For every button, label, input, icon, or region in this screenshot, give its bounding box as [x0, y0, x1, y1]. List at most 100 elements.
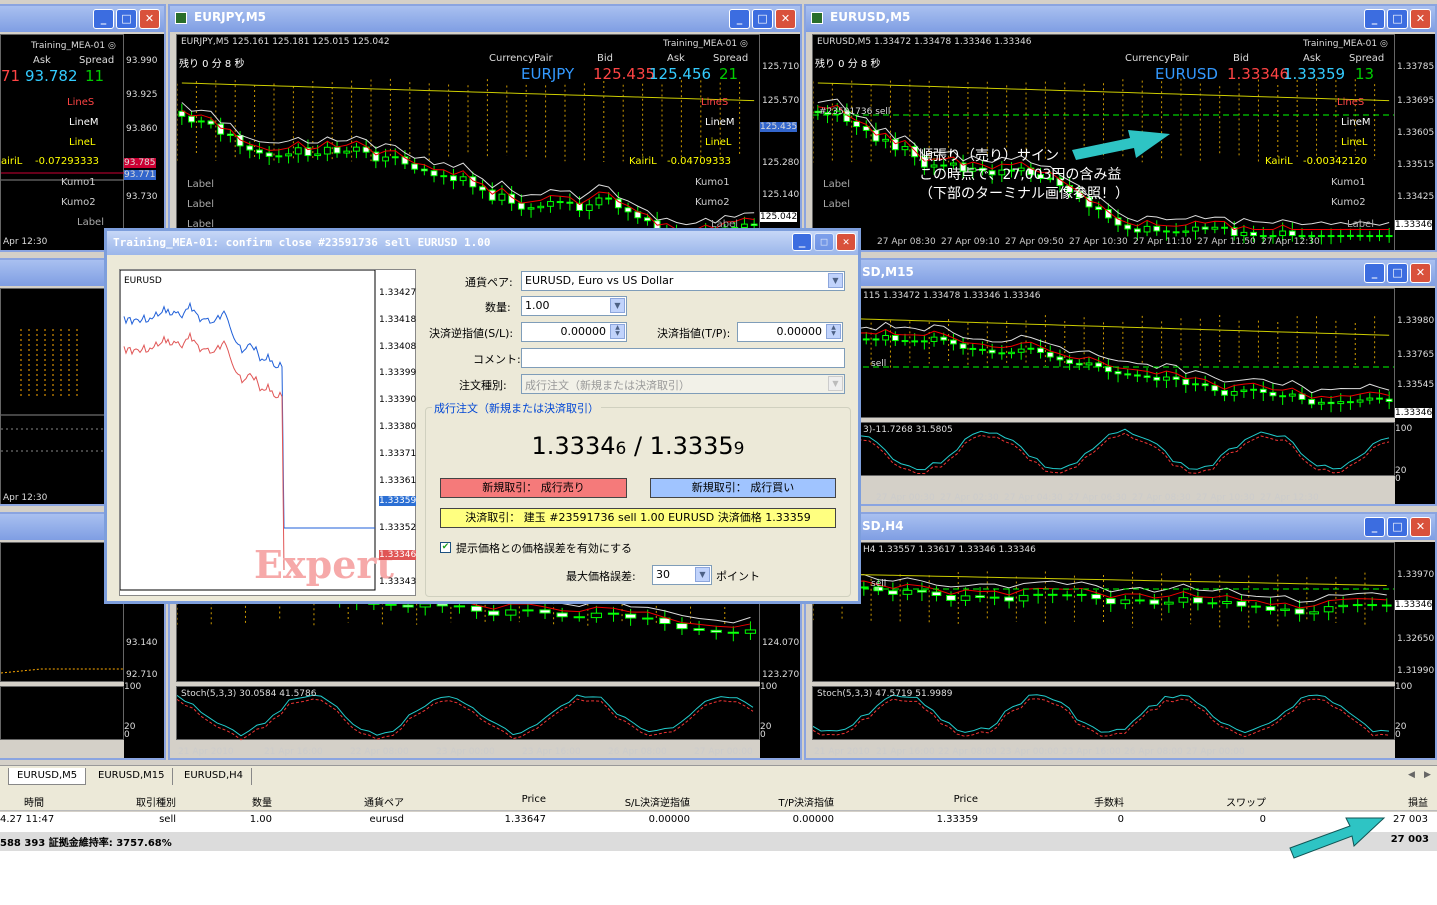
candle-body [1222, 601, 1232, 605]
stepper-arrows-icon[interactable]: ▲ ▼ [610, 324, 625, 339]
maximize-icon[interactable]: □ [752, 9, 773, 29]
eurjpy-m5-titlebar[interactable]: EURJPY,M5 _ □ ✕ [170, 6, 800, 32]
tab-eurusd-m5[interactable]: EURUSD,M5 [8, 768, 87, 785]
deviation-checkbox[interactable]: ✔ [440, 542, 451, 553]
column-header[interactable]: 通貨ペア [364, 794, 404, 809]
candle-body [1114, 371, 1122, 375]
candle-body [642, 617, 654, 620]
scroll-left-icon[interactable]: ◀ [1408, 770, 1415, 780]
tp-value: 0.00000 [776, 325, 823, 338]
uh4-stoch-pane[interactable]: Stoch(5,3,3) 47.5719 51.9989 [812, 686, 1395, 740]
minimize-icon[interactable]: _ [729, 9, 750, 29]
eurusd-m5-price-axis: 1.33785 1.33695 1.33605 1.33515 1.33425 … [1395, 34, 1435, 250]
candle-body [1091, 593, 1102, 600]
candle-body [420, 168, 428, 172]
eurusd-h4-chart[interactable]: H4 1.33557 1.33617 1.33346 1.33346 sell [812, 542, 1395, 682]
minimize-icon[interactable]: _ [1364, 263, 1385, 283]
market-buy-button[interactable]: 新規取引： 成行買い [650, 478, 836, 498]
eurusd-m5-titlebar[interactable]: EURUSD,M5 _ □ ✕ [806, 6, 1435, 32]
candle-body [853, 120, 860, 128]
column-header[interactable]: 取引種別 [136, 794, 176, 809]
order-tag: #23591736 sell [819, 107, 891, 117]
market-sell-button[interactable]: 新規取引： 成行売り [440, 478, 627, 498]
close-icon[interactable]: ✕ [836, 233, 856, 251]
maximize-icon[interactable]: □ [1387, 9, 1408, 29]
dialog-titlebar[interactable]: Training_MEA-01: confirm close #23591736… [107, 231, 858, 255]
qty-select[interactable]: 1.00 ▼ [521, 296, 627, 316]
candle-body [1269, 391, 1277, 397]
kairi-value: -0.00342120 [1303, 156, 1368, 167]
stepper-arrows-icon[interactable]: ▲ ▼ [826, 324, 841, 339]
eurusd-m5-chart[interactable]: EURUSD,M5 1.33472 1.33478 1.33346 1.3334… [812, 34, 1395, 250]
column-header[interactable]: 数量 [252, 794, 272, 809]
candle-body [872, 129, 880, 142]
left-bottom-stoch[interactable] [0, 686, 124, 740]
column-header[interactable]: T/P決済指値 [778, 794, 834, 809]
close-icon[interactable]: ✕ [1410, 517, 1431, 537]
minimize-icon[interactable]: _ [93, 9, 114, 29]
column-header[interactable]: Price [954, 794, 978, 805]
pair-header: CurrencyPair [1125, 53, 1189, 64]
deviation-unit: ポイント [716, 570, 760, 583]
mini-price-label: 1.33361 [379, 475, 417, 486]
candle-body [246, 145, 254, 151]
comment-input[interactable] [521, 348, 845, 368]
candle-body [1366, 397, 1374, 401]
tab-eurusd-m15[interactable]: EURUSD,M15 [90, 768, 174, 785]
close-icon[interactable]: ✕ [1410, 9, 1431, 29]
column-header[interactable]: 時間 [24, 794, 44, 809]
chevron-down-icon: ▼ [610, 298, 625, 313]
price-label: 125.280 [762, 158, 800, 168]
column-header[interactable]: S/L決済逆指値 [625, 794, 690, 809]
column-header[interactable]: 損益 [1408, 794, 1428, 809]
ask-header: Ask [1303, 53, 1321, 64]
price-label: 125.570 [762, 96, 800, 106]
pair-value: EURJPY [521, 65, 575, 83]
close-icon[interactable]: ✕ [1410, 263, 1431, 283]
max-deviation-select[interactable]: 30 ▼ [652, 565, 712, 585]
minimize-icon[interactable]: _ [1364, 517, 1385, 537]
order-type-select: 成行注文（新規または決済取引） ▼ [521, 374, 845, 394]
maximize-icon[interactable]: □ [1387, 263, 1408, 283]
left-top-chart[interactable]: Training_MEA-01 ◎ Ask Spread 93.782 71 1… [0, 34, 127, 250]
close-icon[interactable]: ✕ [775, 9, 796, 29]
candle-body [1356, 399, 1364, 403]
candle-body [1327, 235, 1335, 238]
close-icon[interactable]: ✕ [139, 9, 160, 29]
candle-body [1124, 373, 1132, 376]
minimize-icon[interactable]: _ [1364, 9, 1385, 29]
column-header[interactable]: 手数料 [1094, 794, 1124, 809]
tp-stepper[interactable]: 0.00000 ▲ ▼ [737, 322, 843, 342]
jh4-stoch-pane[interactable]: Stoch(5,3,3) 30.0584 41.5786 [176, 686, 760, 741]
column-header[interactable]: Price [522, 794, 546, 805]
candle-body [882, 138, 890, 142]
table-row[interactable]: 4.27 11:47 sell 1.00 eurusd 1.33647 0.00000 0.… [0, 812, 1437, 832]
tab-eurusd-h4[interactable]: EURUSD,H4 [176, 768, 253, 785]
scroll-right-icon[interactable]: ▶ [1424, 770, 1431, 780]
maximize-icon[interactable]: □ [116, 9, 137, 29]
eurjpy-m5-chart[interactable]: EURJPY,M5 125.161 125.181 125.015 125.04… [176, 34, 760, 250]
time-label: 21 Apr 2010 [178, 747, 234, 757]
pair-select[interactable]: EURUSD, Euro vs US Dollar ▼ [521, 271, 845, 291]
candle-body [1076, 593, 1087, 596]
close-position-button[interactable]: 決済取引： 建玉 #23591736 sell 1.00 EURUSD 決済価格… [440, 508, 836, 528]
price-label: 1.33695 [1397, 96, 1435, 106]
candle-body [1008, 351, 1015, 355]
current-price-tag: 125.042 [760, 212, 798, 222]
eurusd-h4-titlebar[interactable]: SD,H4 _ □ ✕ [806, 514, 1435, 540]
eurusd-m15-chart[interactable]: 115 1.33472 1.33478 1.33346 1.33346 sell [812, 288, 1395, 418]
candle-body [294, 147, 302, 155]
time-label: 23 Apr 00:00 [436, 747, 495, 757]
time-label: Apr 12:30 [3, 237, 48, 247]
eurusd-m15-titlebar[interactable]: SD,M15 _ □ ✕ [806, 260, 1435, 286]
m15-stoch-pane[interactable]: 3)-11.7268 31.5805 [812, 422, 1395, 476]
sl-stepper[interactable]: 0.00000 ▲ ▼ [521, 322, 627, 342]
candle-body [323, 146, 331, 155]
candle-body [1201, 383, 1209, 387]
minimize-icon[interactable]: _ [792, 233, 812, 251]
candle-body [872, 338, 880, 341]
column-header[interactable]: スワップ [1226, 794, 1266, 809]
candle-body [343, 150, 351, 154]
maximize-icon[interactable]: □ [1387, 517, 1408, 537]
candle-body [940, 336, 948, 341]
